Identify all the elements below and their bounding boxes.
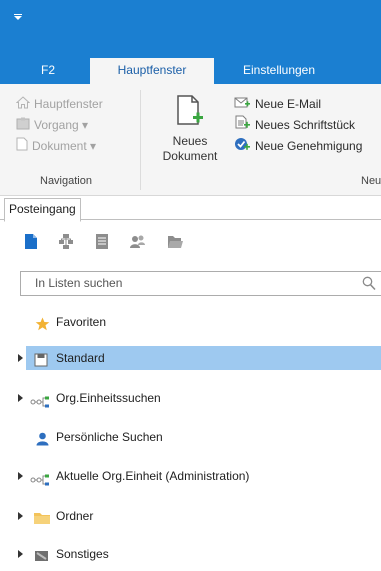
person-icon (36, 430, 49, 454)
tree-item-label: Ordner (56, 509, 94, 523)
new-group-label: Neu (361, 175, 381, 187)
document-icon (16, 137, 28, 157)
ribbon: Hauptfenster Vorgang ▾ Dokument ▾ Naviga… (0, 84, 381, 196)
tree-item-ordner[interactable]: Ordner (0, 504, 381, 528)
ribbon-tab-bar: F2 Hauptfenster Einstellungen (0, 58, 381, 85)
workflow-icon[interactable] (58, 233, 74, 253)
tree-item-persoenliche-suchen[interactable]: Persönliche Suchen (0, 425, 381, 449)
new-approval-button[interactable]: Neue Genehmigung (234, 136, 362, 156)
new-approval-icon (234, 136, 250, 157)
tree-item-aktuelle-org-einheit[interactable]: Aktuelle Org.Einheit (Administration) (0, 464, 381, 488)
tree-item-sonstiges[interactable]: Sonstiges (0, 542, 381, 566)
expand-arrow-icon[interactable] (18, 354, 23, 362)
tree-item-label: Persönliche Suchen (56, 430, 163, 444)
list-search-field[interactable] (20, 271, 381, 296)
org-unit-icon (30, 392, 50, 416)
expand-arrow-icon[interactable] (18, 394, 23, 402)
expand-arrow-icon[interactable] (18, 550, 23, 558)
nav-dokument-dropdown[interactable]: Dokument ▾ (16, 136, 96, 156)
quick-access-menu-icon[interactable] (14, 14, 22, 20)
navigation-group-label: Navigation (40, 175, 92, 187)
new-document-label-line1: Neues (172, 134, 208, 148)
title-bar (0, 0, 381, 58)
tab-f2[interactable]: F2 (22, 58, 74, 84)
new-email-label: Neue E-Mail (255, 97, 322, 111)
tree-item-label: Org.Einheitssuchen (56, 391, 161, 405)
expand-arrow-icon[interactable] (18, 512, 23, 520)
org-unit-icon (30, 470, 50, 494)
tree-item-org-einheitssuchen[interactable]: Org.Einheitssuchen (0, 386, 381, 410)
tree-item-label: Aktuelle Org.Einheit (Administration) (56, 469, 250, 483)
search-icon[interactable] (362, 276, 376, 294)
folder-icon (33, 509, 51, 533)
nav-dokument-label: Dokument ▾ (32, 139, 97, 153)
misc-icon (34, 547, 50, 571)
tree-item-label: Favoriten (56, 315, 107, 329)
folder-open-icon[interactable] (167, 233, 184, 253)
tree-item-label: Standard (56, 351, 105, 365)
nav-vorgang-label: Vorgang ▾ (34, 118, 89, 132)
tab-posteingang[interactable]: Posteingang (4, 198, 81, 222)
new-document-icon (176, 94, 204, 131)
tree-item-label: Sonstiges (56, 547, 109, 561)
panel-tab-row: Posteingang (0, 196, 381, 222)
users-icon[interactable] (129, 233, 146, 253)
new-document-label-line2: Dokument (162, 149, 218, 163)
expand-arrow-icon[interactable] (18, 472, 23, 480)
new-approval-label: Neue Genehmigung (255, 139, 363, 153)
vorgang-icon (16, 116, 30, 136)
list-icon[interactable] (95, 233, 109, 253)
nav-hauptfenster-label: Hauptfenster (34, 97, 103, 111)
new-email-icon (234, 95, 250, 115)
new-schriftstueck-label: Neues Schriftstück (255, 118, 356, 132)
list-search-input[interactable] (21, 272, 355, 294)
new-schriftstueck-button[interactable]: Neues Schriftstück (234, 115, 355, 135)
save-icon (34, 351, 48, 375)
new-document-toolbar-icon[interactable] (24, 233, 38, 253)
new-document-piece-icon (234, 115, 250, 136)
panel-toolbar (0, 233, 381, 253)
new-email-button[interactable]: Neue E-Mail (234, 94, 321, 114)
tree-item-standard[interactable]: Standard (0, 346, 381, 370)
nav-vorgang-dropdown[interactable]: Vorgang ▾ (16, 115, 88, 135)
ribbon-separator (140, 90, 141, 190)
tree-item-favoriten[interactable]: Favoriten (0, 310, 381, 334)
nav-hauptfenster-button[interactable]: Hauptfenster (15, 94, 103, 115)
tab-hauptfenster[interactable]: Hauptfenster (90, 58, 214, 85)
star-icon (35, 315, 50, 339)
home-icon (15, 95, 31, 115)
new-document-button[interactable]: Neues Dokument (152, 90, 228, 170)
tab-einstellungen[interactable]: Einstellungen (224, 58, 334, 84)
